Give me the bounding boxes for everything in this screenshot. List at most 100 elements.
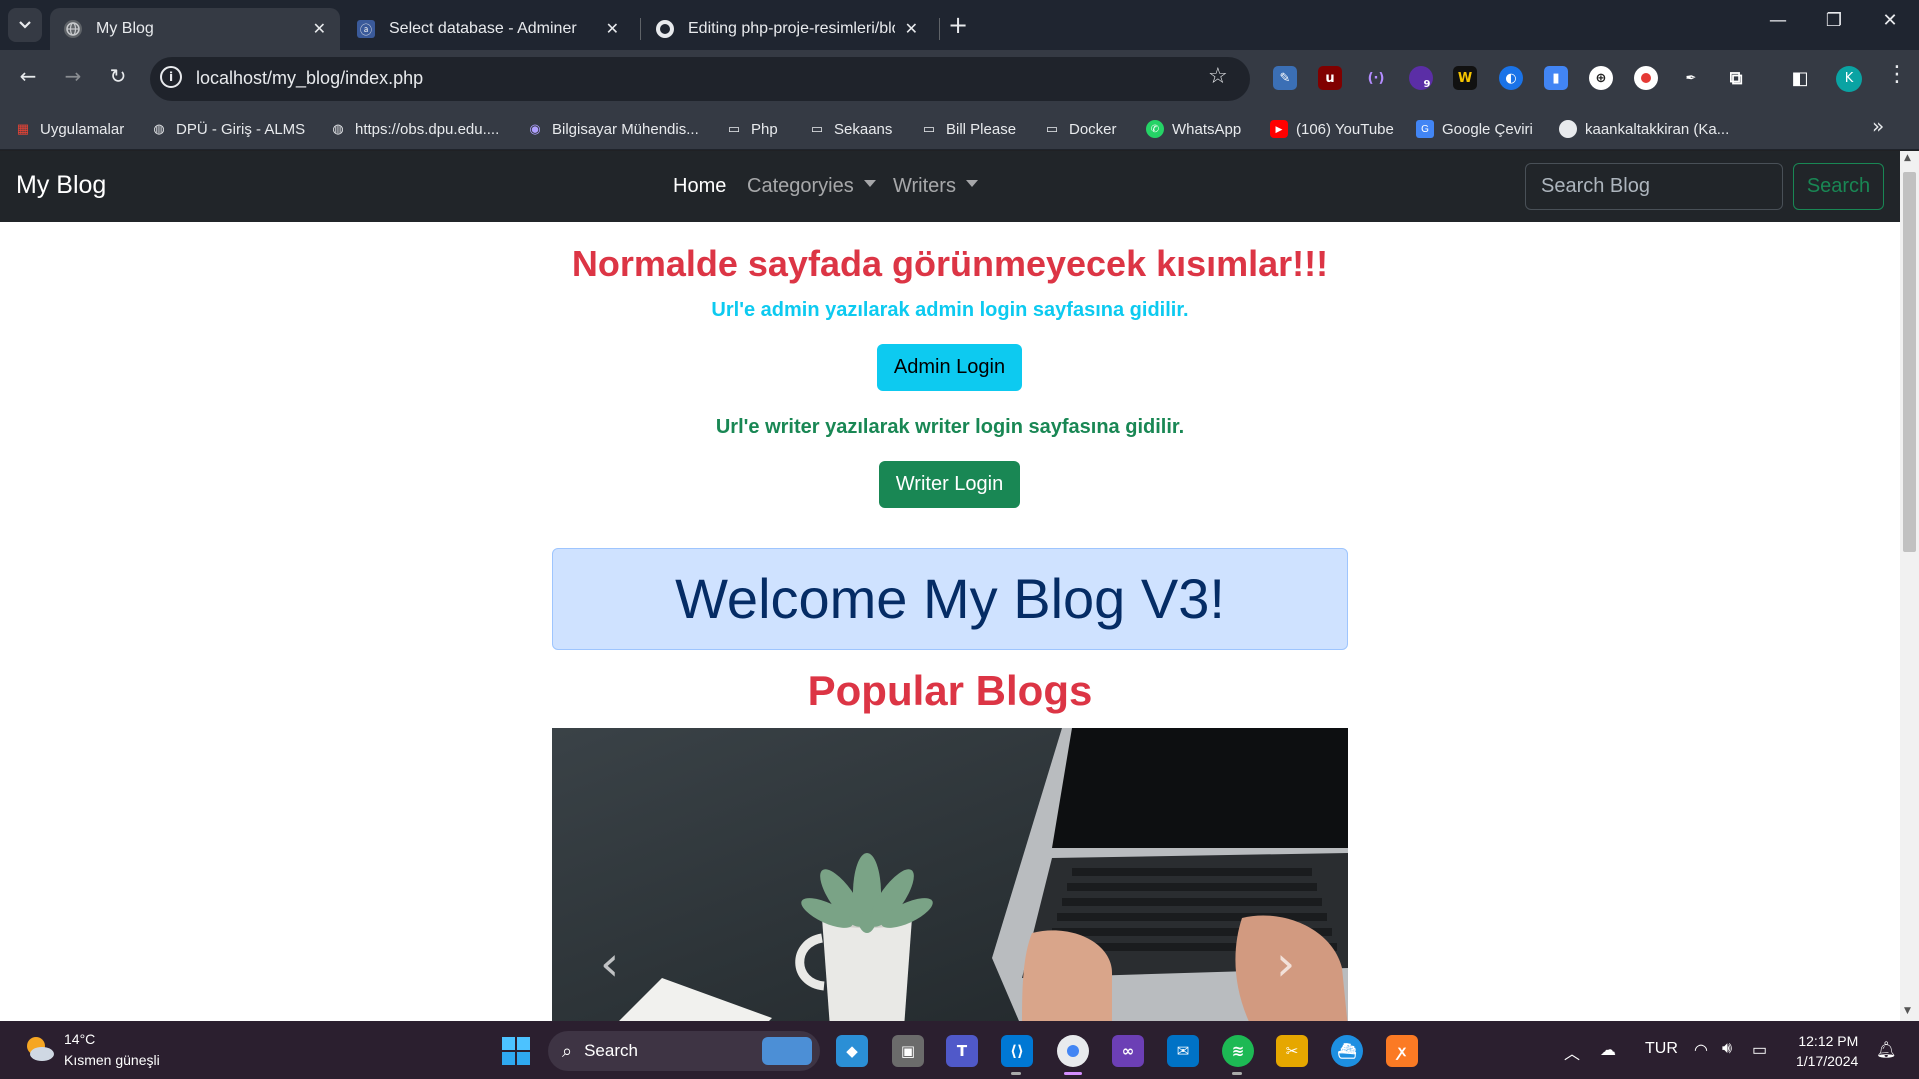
navbar-brand[interactable]: My Blog	[16, 171, 106, 200]
site-navbar: My Blog Home Categoryies Writers Search	[0, 151, 1900, 222]
weather-temperature[interactable]: 14°C	[64, 1031, 95, 1047]
eyedropper-icon[interactable]: ✒	[1679, 66, 1703, 90]
tab-separator	[939, 18, 940, 40]
close-tab-icon[interactable]: ✕	[313, 19, 326, 39]
bookmark-folder-sekaans[interactable]: ▭ Sekaans	[808, 116, 893, 142]
teams-icon[interactable]: T	[946, 1035, 978, 1067]
weather-description[interactable]: Kısmen güneşli	[64, 1052, 160, 1068]
back-arrow-icon[interactable]: ←	[13, 64, 43, 88]
show-hidden-icons[interactable]: ︿	[1564, 1040, 1580, 1064]
address-url[interactable]: localhost/my_blog/index.php	[196, 68, 423, 89]
spotify-icon[interactable]: ≋	[1222, 1035, 1254, 1067]
close-window-icon[interactable]: ✕	[1870, 10, 1910, 31]
ublock-icon[interactable]: u	[1318, 66, 1342, 90]
chevron-down-icon	[19, 21, 31, 29]
page-viewport: My Blog Home Categoryies Writers Search …	[0, 151, 1900, 1021]
wifi-icon[interactable]: ◠	[1694, 1040, 1708, 1060]
notification-bell-icon[interactable]: 🔔︎	[1876, 1040, 1896, 1060]
windows-start-icon[interactable]	[502, 1037, 530, 1065]
github-icon	[1559, 120, 1577, 138]
taskbar-clock[interactable]: 12:12 PM 1/17/2024	[1796, 1031, 1858, 1071]
scroll-down-arrow-icon[interactable]: ▼	[1904, 1006, 1911, 1016]
task-view-icon[interactable]: ▣	[892, 1035, 924, 1067]
popular-blogs-heading: Popular Blogs	[807, 667, 1093, 714]
reload-icon[interactable]: ↻	[103, 64, 133, 88]
clock-date: 1/17/2024	[1796, 1053, 1859, 1069]
notice-title: Normalde sayfada görünmeyecek kısımlar!!…	[571, 243, 1329, 284]
weather-partly-sunny-icon[interactable]	[22, 1032, 56, 1066]
tab-search-button[interactable]	[8, 8, 42, 42]
forward-arrow-icon[interactable]: →	[58, 64, 88, 88]
xampp-icon[interactable]: ꭗ	[1386, 1035, 1418, 1067]
bookmark-folder-php[interactable]: ▭ Php	[725, 116, 778, 142]
copilot-icon[interactable]: ◆	[836, 1035, 868, 1067]
tab-my-blog[interactable]: My Blog ✕	[50, 8, 340, 50]
browser-menu-icon[interactable]: ⋮	[1886, 62, 1908, 87]
profile-avatar[interactable]: K	[1836, 66, 1862, 92]
minimize-icon[interactable]: —	[1758, 10, 1798, 31]
bookmark-label: Bilgisayar Mühendis...	[552, 120, 699, 138]
close-tab-icon[interactable]: ✕	[606, 19, 619, 39]
bookmark-label: Bill Please	[946, 120, 1017, 138]
vscode-icon[interactable]: ⟨⟩	[1001, 1035, 1033, 1067]
extension-edge-icon[interactable]: ◐	[1499, 66, 1523, 90]
nav-link-home[interactable]: Home	[673, 175, 726, 198]
snipping-tool-icon[interactable]: ✂	[1276, 1035, 1308, 1067]
nav-dropdown-writers[interactable]: Writers	[893, 175, 978, 198]
bookmark-whatsapp[interactable]: ✆ WhatsApp	[1146, 116, 1241, 142]
admin-login-button[interactable]: Admin Login	[877, 344, 1022, 391]
site-info-icon[interactable]: i	[160, 66, 182, 88]
extension-circle-icon[interactable]: ⊕	[1589, 66, 1613, 90]
extension-brackets-icon[interactable]: (·)	[1364, 66, 1388, 90]
bookmark-obs[interactable]: ◍ https://obs.dpu.edu....	[329, 116, 499, 142]
nav-dropdown-categories[interactable]: Categoryies	[747, 175, 876, 198]
bookmark-folder-docker[interactable]: ▭ Docker	[1043, 116, 1117, 142]
extension-badge-icon[interactable]: 9	[1409, 66, 1433, 90]
writer-login-button[interactable]: Writer Login	[879, 461, 1020, 508]
volume-icon[interactable]: 🔊︎	[1722, 1040, 1732, 1058]
bookmark-dpu-alms[interactable]: ◍ DPÜ - Giriş - ALMS	[150, 116, 305, 142]
bookmark-apps[interactable]: ▦ Uygulamalar	[14, 116, 124, 142]
youtube-icon: ▶	[1270, 120, 1288, 138]
bookmark-star-icon[interactable]: ☆	[1208, 64, 1228, 89]
extension-tools-icon[interactable]: ✎	[1273, 66, 1297, 90]
bookmark-label: Uygulamalar	[40, 120, 125, 138]
search-button[interactable]: Search	[1793, 163, 1884, 210]
active-indicator	[1064, 1072, 1082, 1075]
bookmark-youtube[interactable]: ▶ (106) YouTube	[1270, 116, 1394, 142]
whatsapp-icon: ✆	[1146, 120, 1164, 138]
mail-icon[interactable]: ✉	[1167, 1035, 1199, 1067]
new-tab-button[interactable]: +	[948, 12, 968, 38]
bookmark-github[interactable]: kaankaltakkiran (Ka...	[1559, 116, 1729, 142]
docker-icon[interactable]: ⛴	[1331, 1035, 1363, 1067]
folder-icon: ▭	[922, 121, 936, 136]
extensions-puzzle-icon[interactable]: ⧉	[1724, 66, 1748, 90]
tab-adminer[interactable]: ⓐ Select database - Adminer ✕	[343, 8, 633, 50]
taskbar-search-box[interactable]: ⌕ Search	[548, 1031, 820, 1071]
search-blog-input[interactable]	[1525, 163, 1783, 210]
scrollbar-thumb[interactable]	[1903, 172, 1916, 552]
extension-record-icon[interactable]	[1634, 66, 1658, 90]
chrome-icon[interactable]	[1057, 1035, 1089, 1067]
carousel-prev-icon[interactable]: ‹	[600, 936, 619, 992]
extension-docs-icon[interactable]: ▮	[1544, 66, 1568, 90]
bookmark-label: Php	[751, 120, 778, 138]
battery-icon[interactable]: ▭	[1752, 1040, 1767, 1060]
onedrive-cloud-icon[interactable]: ☁	[1600, 1040, 1616, 1060]
carousel-next-icon[interactable]: ›	[1276, 936, 1295, 992]
bookmark-google-translate[interactable]: G Google Çeviri	[1416, 116, 1533, 142]
input-language[interactable]: TUR	[1645, 1040, 1678, 1058]
restore-icon[interactable]: ❐	[1814, 10, 1854, 31]
tab-github[interactable]: Editing php-proje-resimleri/blo ✕	[642, 8, 932, 50]
bookmark-bilgisayar[interactable]: ◉ Bilgisayar Mühendis...	[526, 116, 699, 142]
bookmark-folder-bill-please[interactable]: ▭ Bill Please	[920, 116, 1016, 142]
visual-studio-icon[interactable]: ∞	[1112, 1035, 1144, 1067]
close-tab-icon[interactable]: ✕	[905, 19, 918, 39]
university-icon: ◉	[529, 121, 541, 136]
popular-blogs-carousel: ‹ ›	[552, 728, 1348, 1021]
extension-w-icon[interactable]: W	[1453, 66, 1477, 90]
side-panel-icon[interactable]: ◧	[1788, 66, 1812, 90]
more-bookmarks-icon[interactable]: »	[1872, 114, 1884, 138]
globe-icon: ◍	[153, 121, 165, 136]
scroll-up-arrow-icon[interactable]: ▲	[1904, 153, 1911, 163]
